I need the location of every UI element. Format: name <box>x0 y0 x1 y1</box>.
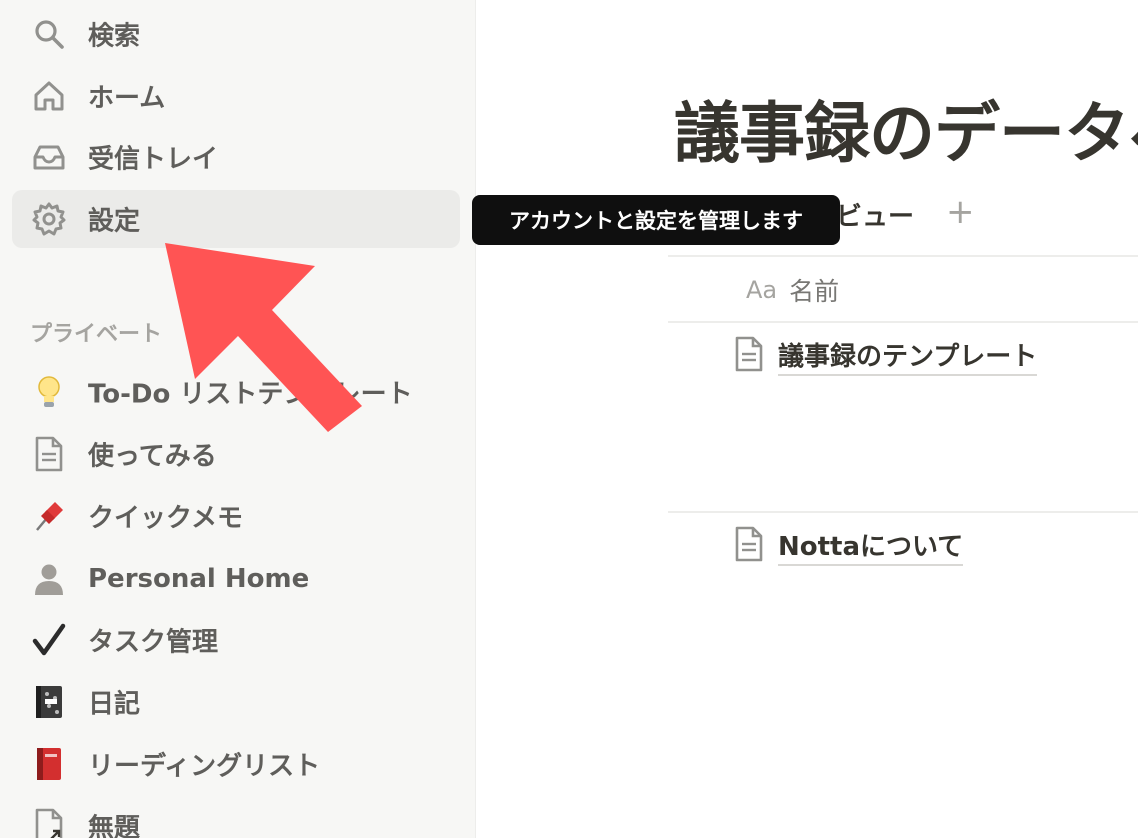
sidebar-item-label: 無題 <box>88 813 141 838</box>
divider <box>668 511 1138 513</box>
sidebar: 検索 ホーム 受信トレイ 設定 プライベート To-Do リストテンプレート 使… <box>0 0 476 838</box>
sidebar-page-todo-template[interactable]: To-Do リストテンプレート <box>12 363 460 421</box>
row-title-link[interactable]: Nottaについて <box>778 526 964 566</box>
main-content: 議事録のデータベ ビュー + Aa 名前 議事録のテンプレート Nottaについ… <box>476 0 1138 838</box>
sidebar-item-label: クイックメモ <box>88 503 243 534</box>
table-row[interactable]: 議事録のテンプレート <box>734 336 1038 376</box>
sidebar-item-inbox[interactable]: 受信トレイ <box>12 128 460 186</box>
sidebar-item-label: 検索 <box>88 21 141 52</box>
sidebar-item-search[interactable]: 検索 <box>12 5 460 63</box>
notebook-icon <box>30 683 68 721</box>
document-link-icon <box>30 807 68 838</box>
sidebar-item-label: To-Do リストテンプレート <box>88 379 413 410</box>
pushpin-icon <box>30 497 68 535</box>
inbox-icon <box>30 138 68 176</box>
sidebar-page-personal-home[interactable]: Personal Home <box>12 550 460 608</box>
lightbulb-icon <box>30 373 68 411</box>
red-book-icon <box>30 745 68 783</box>
document-icon <box>734 526 764 566</box>
column-header-label: 名前 <box>789 277 840 306</box>
document-icon <box>734 336 764 376</box>
text-property-icon: Aa <box>746 276 778 304</box>
sidebar-item-label: ホーム <box>88 83 166 114</box>
add-view-button[interactable]: + <box>946 192 975 232</box>
checkmark-icon <box>30 621 68 659</box>
sidebar-page-untitled[interactable]: 無題 <box>12 797 460 838</box>
sidebar-page-diary[interactable]: 日記 <box>12 673 460 731</box>
column-header-name[interactable]: Aa 名前 <box>746 272 839 308</box>
sidebar-item-label: Personal Home <box>88 564 310 594</box>
divider <box>668 321 1138 323</box>
sidebar-page-task-management[interactable]: タスク管理 <box>12 611 460 669</box>
sidebar-item-home[interactable]: ホーム <box>12 67 460 125</box>
divider <box>668 255 1138 257</box>
settings-tooltip: アカウントと設定を管理します <box>472 195 840 245</box>
table-row[interactable]: Nottaについて <box>734 526 964 566</box>
sidebar-page-tsukatte-miru[interactable]: 使ってみる <box>12 425 460 483</box>
person-icon <box>30 560 68 598</box>
sidebar-page-reading-list[interactable]: リーディングリスト <box>12 735 460 793</box>
page-title[interactable]: 議事録のデータベ <box>674 80 1138 176</box>
sidebar-item-label: 設定 <box>88 206 141 237</box>
home-icon <box>30 77 68 115</box>
section-label-private: プライベート <box>30 322 163 347</box>
gear-icon <box>30 200 68 238</box>
sidebar-item-settings[interactable]: 設定 <box>12 190 460 248</box>
sidebar-item-label: 使ってみる <box>88 441 217 472</box>
document-icon <box>30 435 68 473</box>
sidebar-item-label: 日記 <box>88 689 141 720</box>
row-title-link[interactable]: 議事録のテンプレート <box>778 336 1038 376</box>
tab-view[interactable]: ビュー <box>836 196 914 233</box>
sidebar-item-label: 受信トレイ <box>88 144 219 175</box>
sidebar-item-label: タスク管理 <box>88 627 219 658</box>
search-icon <box>30 15 68 53</box>
sidebar-item-label: リーディングリスト <box>88 751 321 782</box>
sidebar-page-quick-memo[interactable]: クイックメモ <box>12 487 460 545</box>
